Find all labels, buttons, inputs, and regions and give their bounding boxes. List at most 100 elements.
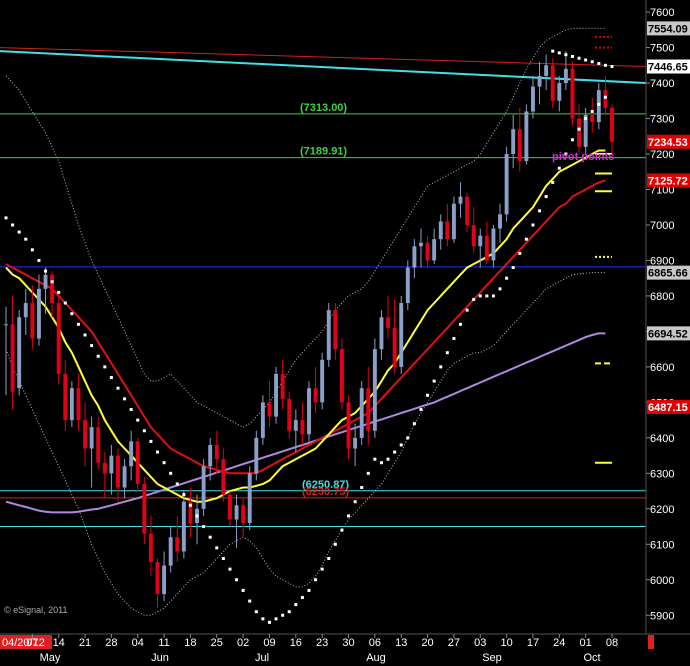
psar-dot xyxy=(123,397,127,401)
watermark: © eSignal, 2011 xyxy=(4,605,68,615)
psar-dot xyxy=(267,620,271,624)
candle-body xyxy=(326,310,331,360)
psar-dot xyxy=(603,63,607,67)
psar-dot xyxy=(452,337,456,341)
psar-dot xyxy=(287,610,291,614)
psar-dot xyxy=(399,443,403,447)
candle-body xyxy=(293,420,298,431)
candle-body xyxy=(221,459,226,495)
price-tag-label: 6487.15 xyxy=(648,402,688,414)
candle-body xyxy=(17,317,22,389)
candle-body xyxy=(333,310,338,350)
candle-body xyxy=(498,214,502,229)
x-tick-label: 30 xyxy=(342,637,354,649)
x-axis: 04/20/1207 14 21 28 04 11 18 25 02 09 16 23 30 06 13 20… xyxy=(0,633,690,666)
x-tick-label: 24 xyxy=(553,637,565,649)
psar-dot xyxy=(300,596,304,600)
psar-dot xyxy=(90,344,94,348)
x-tick-label: 10 xyxy=(500,637,512,649)
psar-dot xyxy=(393,450,397,454)
candle-body xyxy=(155,562,160,594)
candle-body xyxy=(392,327,397,367)
chart-background xyxy=(0,0,690,666)
psar-dot xyxy=(524,237,528,241)
candle-body xyxy=(69,388,74,421)
psar-dot xyxy=(149,439,153,443)
psar-dot xyxy=(281,613,285,617)
y-tick-label: 7200 xyxy=(650,149,674,161)
psar-dot xyxy=(472,297,476,301)
psar-dot xyxy=(37,258,41,262)
psar-dot xyxy=(248,599,252,603)
candle-body xyxy=(254,437,259,474)
candle-body xyxy=(412,246,417,268)
psar-dot xyxy=(379,461,383,465)
candle-body xyxy=(557,83,562,101)
psar-dot xyxy=(96,354,100,358)
psar-dot xyxy=(142,429,146,433)
candle-body xyxy=(366,388,371,431)
psar-dot xyxy=(235,578,239,582)
candle-body xyxy=(135,441,140,484)
psar-dot xyxy=(307,588,311,592)
psar-dot xyxy=(228,567,232,571)
psar-dot xyxy=(557,51,561,55)
psar-dot xyxy=(406,436,410,440)
psar-dot xyxy=(129,407,133,411)
x-tick-label: 27 xyxy=(448,637,460,649)
psar-dot xyxy=(491,294,495,298)
psar-dot xyxy=(551,180,555,184)
candle-body xyxy=(300,420,305,435)
candle-body xyxy=(109,455,114,474)
candle-body xyxy=(346,402,351,449)
psar-dot xyxy=(314,578,318,582)
y-tick-label: 7300 xyxy=(650,114,674,126)
psar-dot xyxy=(570,54,574,58)
psar-dot xyxy=(274,617,278,621)
candle-body xyxy=(379,317,384,350)
candle-body xyxy=(603,90,608,108)
candle-body xyxy=(563,68,568,84)
psar-dot xyxy=(340,528,344,532)
x-tick-label: 04 xyxy=(132,637,144,649)
psar-dot xyxy=(202,525,206,529)
price-tag-label: 7234.53 xyxy=(648,137,688,149)
psar-dot xyxy=(478,294,482,298)
x-month-label: Aug xyxy=(366,652,386,664)
x-tick-label: 20 xyxy=(421,637,433,649)
psar-dot xyxy=(208,535,212,539)
candle-body xyxy=(577,118,582,147)
psar-dot xyxy=(4,216,8,220)
x-tick-label: 13 xyxy=(395,637,407,649)
psar-dot xyxy=(531,223,535,227)
psar-dot xyxy=(412,422,416,426)
psar-dot xyxy=(109,376,113,380)
psar-dot xyxy=(459,322,462,326)
psar-dot xyxy=(50,280,54,284)
candle-body xyxy=(142,483,147,534)
x-month-label: Jun xyxy=(151,652,169,664)
y-tick-label: 6600 xyxy=(650,362,674,374)
psar-dot xyxy=(590,60,594,64)
candle-body xyxy=(116,455,120,488)
psar-dot xyxy=(136,418,140,422)
psar-dot xyxy=(70,312,74,316)
candle-body xyxy=(260,402,265,438)
y-tick-label: 7400 xyxy=(650,78,674,90)
psar-dot xyxy=(544,195,548,199)
psar-dot xyxy=(570,138,574,142)
x-tick-label: 01 xyxy=(580,637,592,649)
y-tick-label: 7500 xyxy=(650,43,674,55)
candle-body xyxy=(56,303,61,374)
x-tick-label: 28 xyxy=(105,637,117,649)
psar-dot xyxy=(439,365,443,369)
candle-body xyxy=(438,221,443,240)
psar-dot xyxy=(17,230,21,234)
psar-dot xyxy=(24,237,28,241)
psar-dot xyxy=(30,248,34,252)
candle-body xyxy=(313,388,318,403)
candle-body xyxy=(353,437,358,449)
psar-dot xyxy=(353,500,357,504)
psar-dot xyxy=(182,493,186,497)
psar-dot xyxy=(116,386,120,390)
